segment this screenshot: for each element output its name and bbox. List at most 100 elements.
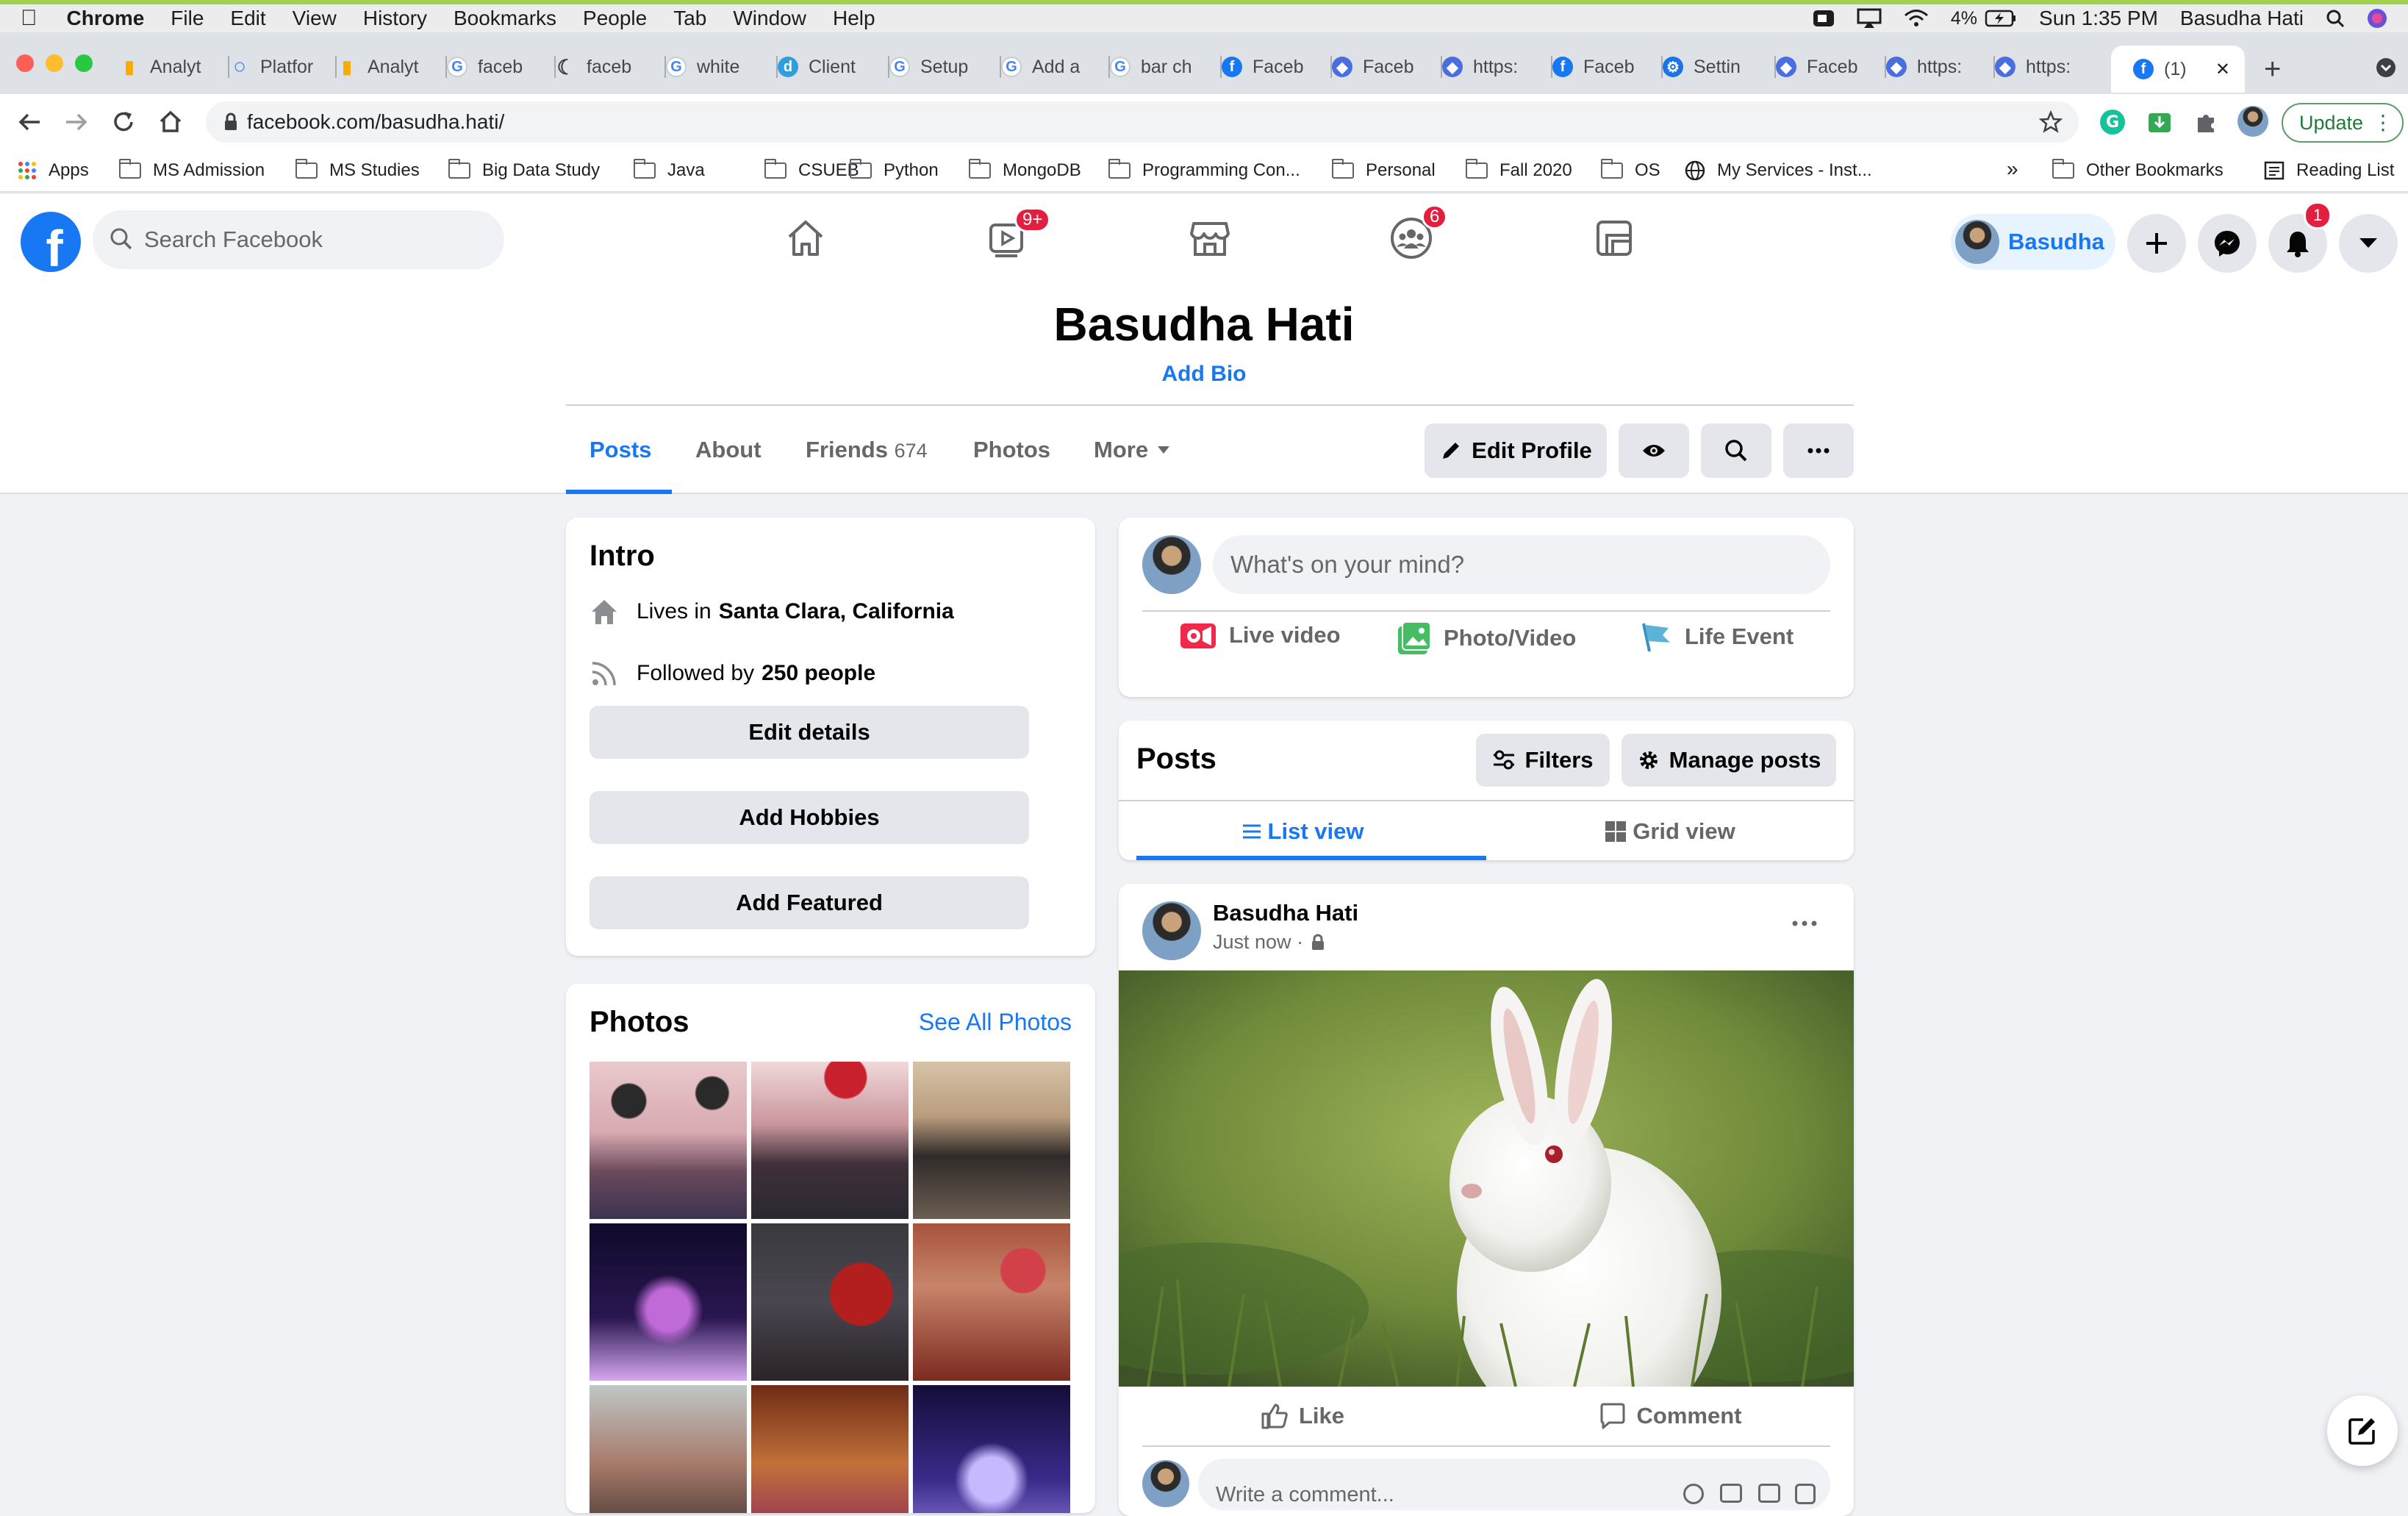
live-video-button[interactable]: Live video (1179, 621, 1341, 650)
sticker-icon[interactable] (1795, 1484, 1816, 1504)
tab-search-icon[interactable] (2376, 57, 2396, 78)
photo-thumbnail[interactable] (751, 1385, 909, 1513)
bookmark-apps[interactable]: Apps (18, 160, 89, 181)
list-view-tab[interactable]: List view (1119, 803, 1486, 860)
browser-tab[interactable]: ◆ Faceb (1332, 50, 1442, 84)
menu-file[interactable]: File (171, 7, 204, 30)
minimize-window-button[interactable] (46, 54, 63, 72)
add-bio-link[interactable]: Add Bio (0, 362, 2408, 387)
download-extension-icon[interactable] (2146, 109, 2173, 135)
camera-icon[interactable] (1720, 1484, 1742, 1503)
bookmark-folder[interactable]: CSUEB (764, 159, 859, 181)
bookmark-my-services[interactable]: My Services - Inst... (1685, 160, 1872, 181)
facebook-search-input[interactable]: Search Facebook (93, 210, 504, 269)
bookmark-star-icon[interactable] (2039, 110, 2063, 134)
browser-tab[interactable]: ◆ Faceb (1776, 50, 1886, 84)
browser-tab[interactable]: f Faceb (1552, 50, 1663, 84)
lock-privacy-icon[interactable] (1311, 934, 1325, 951)
tab-more[interactable]: More (1094, 437, 1170, 463)
menu-app-name[interactable]: Chrome (67, 7, 145, 30)
airplay-icon[interactable] (1857, 8, 1882, 29)
browser-tab[interactable]: f (1) ✕ (2111, 46, 2245, 93)
post-options-icon[interactable] (1792, 920, 1817, 926)
lives-in-place[interactable]: Santa Clara, California (719, 599, 954, 624)
post-timestamp[interactable]: Just now · (1213, 931, 1303, 954)
comment-button[interactable]: Comment (1486, 1387, 1854, 1445)
composer-avatar[interactable] (1142, 535, 1201, 594)
nav-marketplace-icon[interactable] (1188, 216, 1232, 260)
profile-more-options-button[interactable] (1783, 423, 1854, 478)
menu-view[interactable]: View (293, 7, 337, 30)
menu-bookmarks[interactable]: Bookmarks (454, 7, 556, 30)
post-author-avatar[interactable] (1142, 901, 1201, 960)
bookmark-folder[interactable]: Big Data Study (448, 159, 600, 181)
facebook-logo-icon[interactable]: f (21, 212, 81, 272)
bookmark-folder[interactable]: Python (850, 159, 939, 181)
new-tab-icon[interactable]: + (2264, 53, 2281, 86)
filters-button[interactable]: Filters (1476, 734, 1610, 787)
update-chrome-button[interactable]: Update ⋮ (2282, 103, 2404, 143)
browser-tab[interactable]: ▮ Analyt (337, 50, 447, 84)
photo-thumbnail[interactable] (751, 1223, 909, 1381)
photo-thumbnail[interactable] (590, 1223, 747, 1381)
photo-video-button[interactable]: Photo/Video (1397, 621, 1576, 656)
composer-input[interactable]: What's on your mind? (1213, 535, 1830, 594)
menu-help[interactable]: Help (833, 7, 875, 30)
browser-tab[interactable]: Gbar ch (1110, 50, 1222, 84)
bookmark-folder[interactable]: MS Admission (119, 159, 265, 181)
extensions-puzzle-icon[interactable] (2193, 109, 2220, 135)
browser-tab[interactable]: Gfaceb (447, 50, 556, 84)
bookmark-folder[interactable]: MongoDB (969, 159, 1081, 181)
gif-icon[interactable] (1758, 1484, 1780, 1503)
add-hobbies-button[interactable]: Add Hobbies (590, 791, 1029, 844)
menu-tab[interactable]: Tab (673, 7, 706, 30)
comment-avatar[interactable] (1142, 1460, 1189, 1507)
battery-icon[interactable] (1985, 10, 2017, 27)
browser-tab[interactable]: ⚙ Settin (1663, 50, 1776, 84)
followers-count[interactable]: 250 people (762, 661, 875, 686)
menu-edit[interactable]: Edit (230, 7, 265, 30)
url-text[interactable]: facebook.com/basudha.hati/ (247, 110, 504, 134)
like-button[interactable]: Like (1119, 1387, 1486, 1445)
edit-profile-button[interactable]: Edit Profile (1425, 423, 1607, 478)
siri-icon[interactable] (2367, 8, 2387, 29)
tab-posts[interactable]: Posts (590, 437, 651, 463)
browser-tab[interactable]: G Add a (1001, 50, 1110, 84)
browser-tab[interactable]: ☾ faceb (556, 50, 666, 84)
post-author-name[interactable]: Basudha Hati (1213, 900, 1358, 926)
lock-icon[interactable] (223, 112, 238, 132)
browser-tab[interactable]: ◆ https: (1886, 50, 1995, 84)
apple-icon[interactable]:  (21, 6, 37, 31)
edit-details-button[interactable]: Edit details (590, 706, 1029, 759)
grammarly-extension-icon[interactable]: G (2099, 109, 2126, 135)
kebab-menu-icon[interactable]: ⋮ (2373, 110, 2393, 135)
browser-tab[interactable]: ○ Platfor (229, 50, 337, 84)
forward-arrow-icon[interactable] (63, 109, 90, 135)
browser-tab[interactable]: d Client (778, 50, 889, 84)
see-all-photos-link[interactable]: See All Photos (919, 1009, 1072, 1036)
add-featured-button[interactable]: Add Featured (590, 876, 1029, 929)
zoom-status-icon[interactable] (1813, 10, 1835, 27)
photo-thumbnail[interactable] (913, 1385, 1070, 1513)
photo-thumbnail[interactable] (913, 1062, 1070, 1219)
browser-tab[interactable]: ▮ Analyt (119, 50, 229, 84)
search-profile-button[interactable] (1701, 423, 1771, 478)
browser-tab[interactable]: f Faceb (1222, 50, 1332, 84)
tab-friends[interactable]: Friends 674 (806, 437, 928, 463)
reading-list[interactable]: Reading List (2264, 160, 2394, 181)
close-window-button[interactable] (16, 54, 34, 72)
browser-tab[interactable]: Gwhite (666, 50, 778, 84)
menu-user[interactable]: Basudha Hati (2180, 7, 2304, 30)
reload-icon[interactable] (110, 109, 137, 135)
photo-thumbnail[interactable] (913, 1223, 1070, 1381)
tab-photos[interactable]: Photos (973, 437, 1050, 463)
comment-input[interactable]: Write a comment... (1198, 1459, 1830, 1510)
create-button[interactable] (2127, 214, 2186, 273)
bookmarks-overflow-chevron[interactable]: » (2007, 157, 2018, 181)
bookmark-other[interactable]: Other Bookmarks (2052, 159, 2224, 181)
browser-tab[interactable]: ◆ https: (1442, 50, 1552, 84)
view-as-button[interactable] (1619, 423, 1689, 478)
grid-view-tab[interactable]: Grid view (1486, 803, 1854, 860)
menu-people[interactable]: People (583, 7, 647, 30)
address-bar[interactable]: facebook.com/basudha.hati/ (206, 101, 2079, 143)
